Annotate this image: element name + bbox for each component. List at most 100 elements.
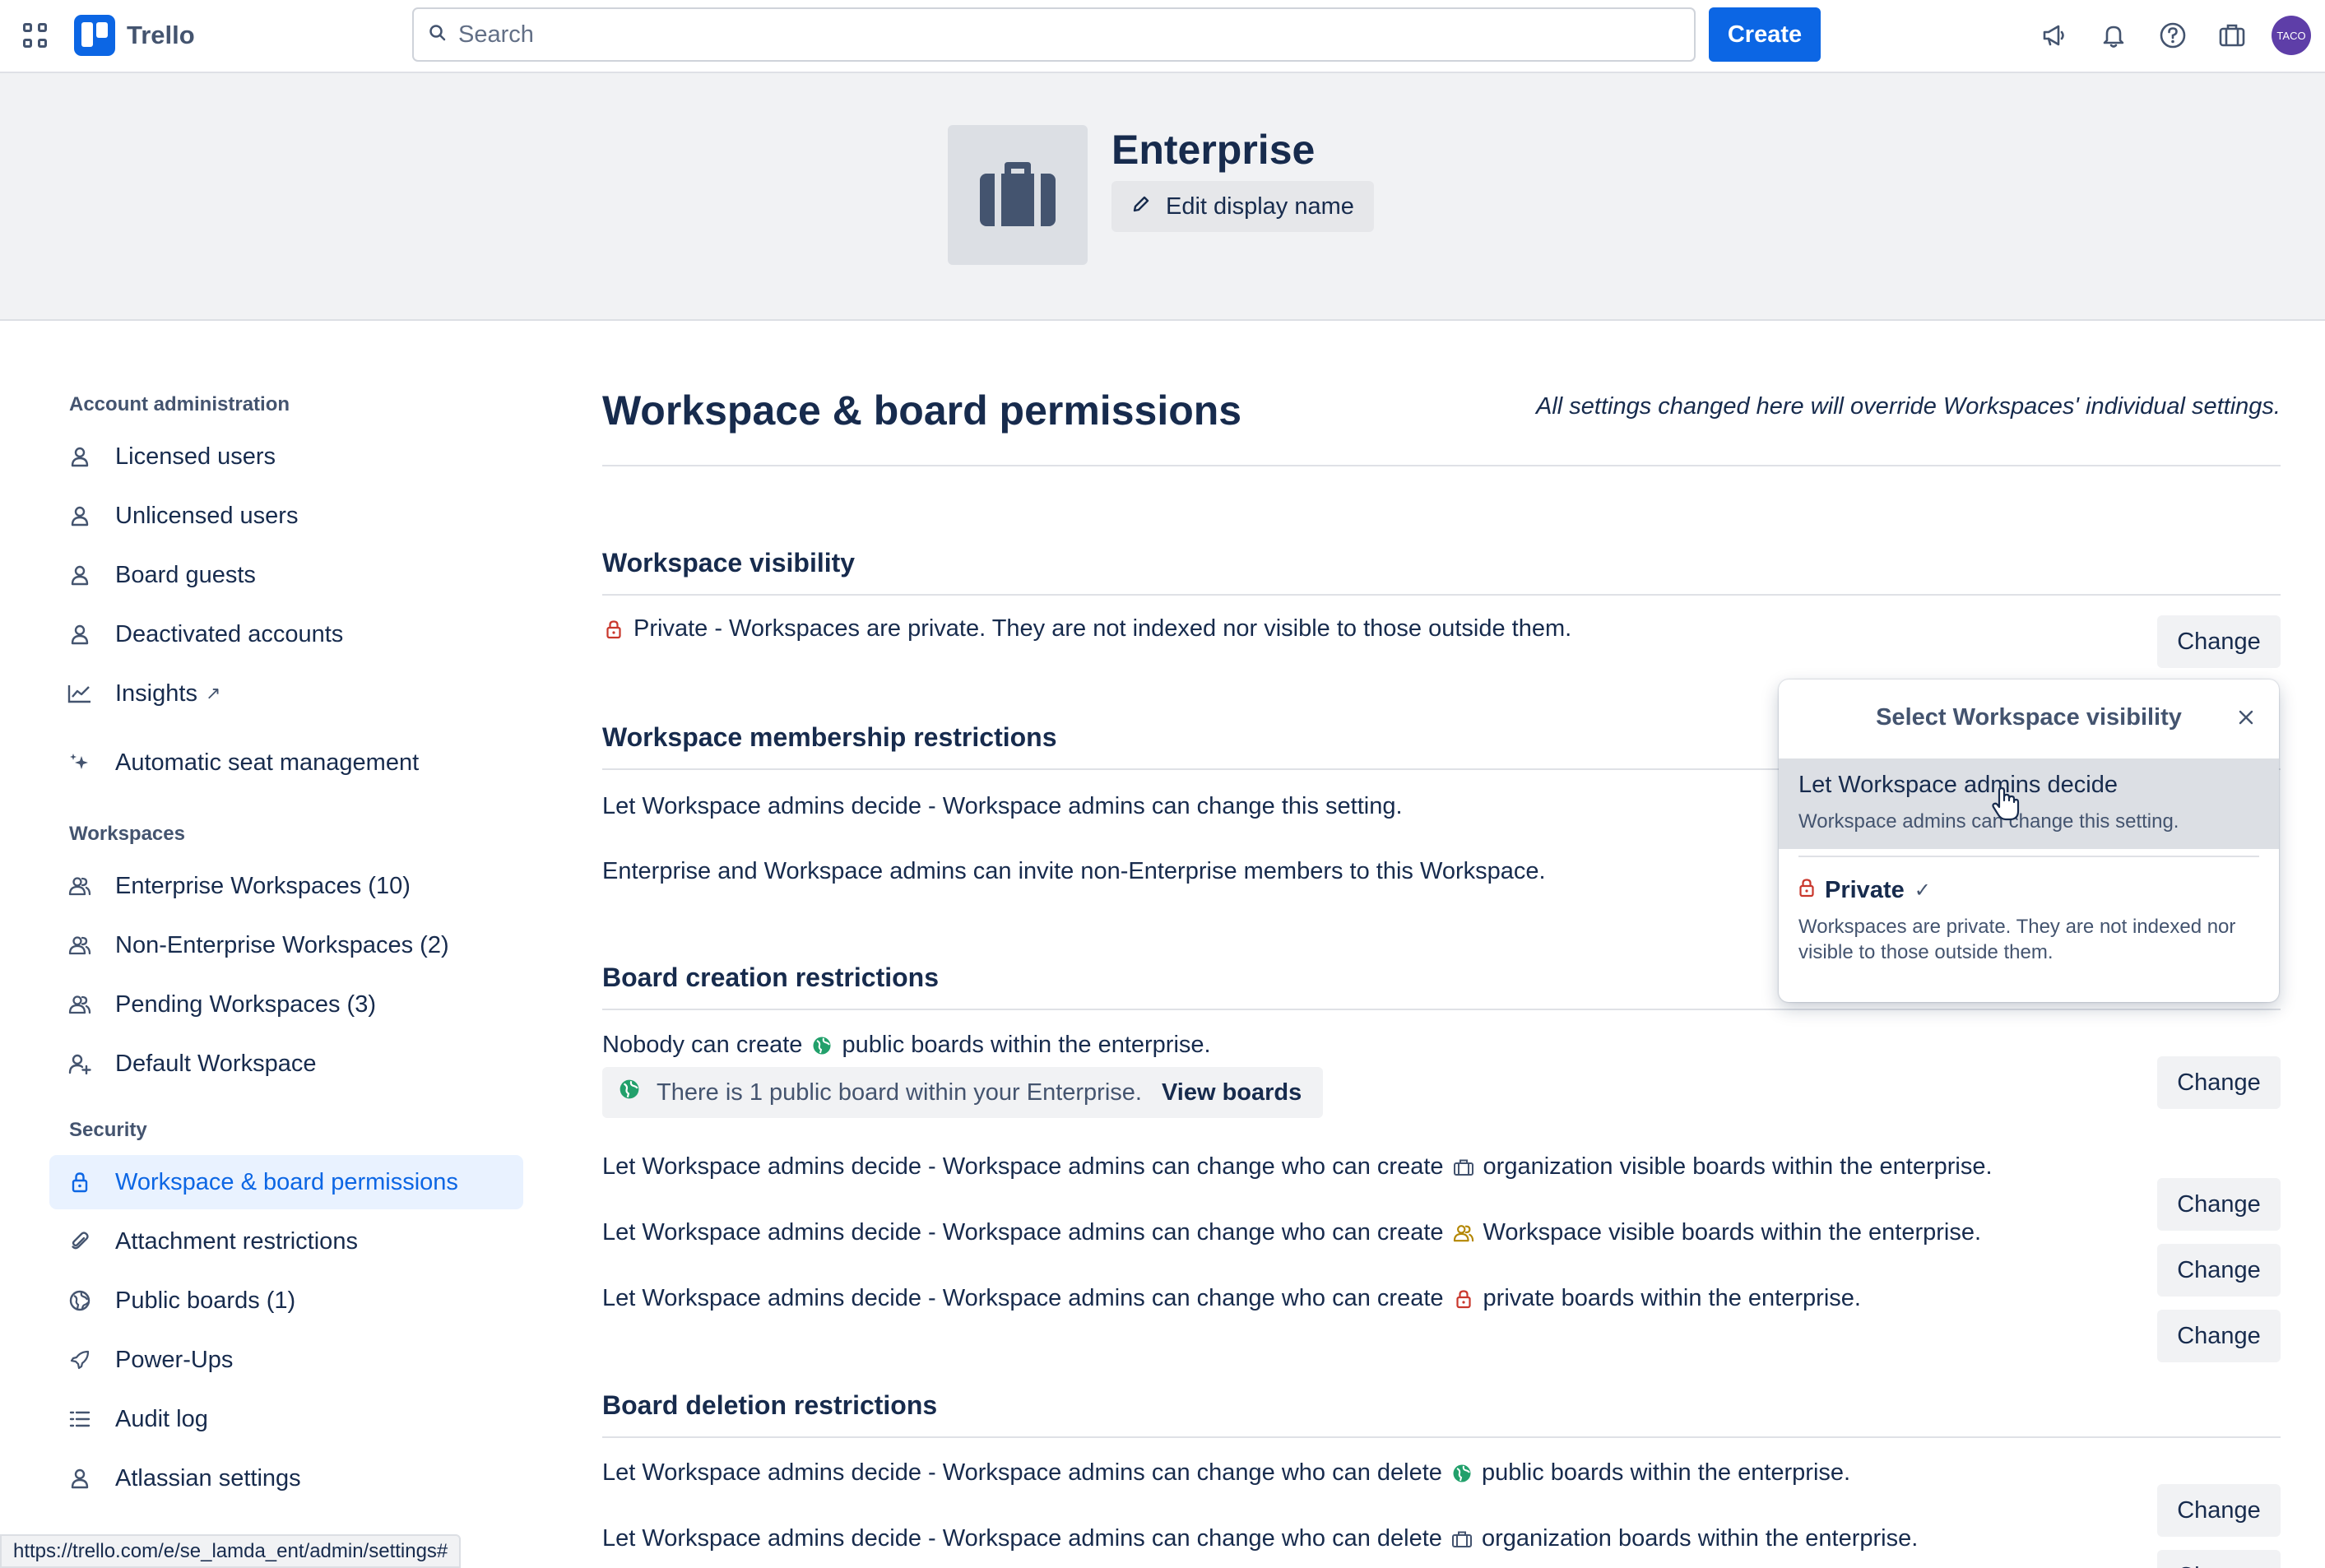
globe-icon — [67, 1288, 92, 1313]
row-text-pre: Let Workspace admins decide - Workspace … — [602, 1525, 1442, 1552]
change-org-deletion-button[interactable]: Change — [2157, 1550, 2281, 1568]
sidebar-item-label: Licensed users — [115, 443, 276, 470]
sidebar-item-label: Default Workspace — [115, 1050, 317, 1077]
row-text-post: private boards within the enterprise. — [1483, 1285, 1861, 1311]
sidebar-item-licensed-users[interactable]: Licensed users — [49, 429, 523, 484]
pencil-icon — [1131, 193, 1151, 220]
create-button[interactable]: Create — [1709, 7, 1821, 62]
creation-workspace-row: Let Workspace admins decide - Workspace … — [602, 1219, 1981, 1246]
override-note: All settings changed here will override … — [1536, 393, 2281, 420]
sidebar-item-label: Enterprise Workspaces (10) — [115, 872, 411, 899]
change-org-creation-button[interactable]: Change — [2157, 1178, 2281, 1231]
row-text-post: Workspace visible boards within the ente… — [1483, 1219, 1982, 1246]
edit-display-name-button[interactable]: Edit display name — [1111, 181, 1374, 232]
status-bar-url: https://trello.com/e/se_lamda_ent/admin/… — [0, 1534, 462, 1568]
help-icon[interactable] — [2154, 16, 2192, 54]
trello-logo-mark-icon — [74, 15, 115, 56]
visibility-option-admins-decide[interactable]: Let Workspace admins decide Workspace ad… — [1779, 758, 2279, 849]
app-switcher-icon[interactable] — [21, 21, 51, 51]
sidebar-item-label: Non-Enterprise Workspaces (2) — [115, 931, 449, 958]
search-input[interactable] — [458, 21, 1651, 49]
option-title: Private — [1825, 877, 1905, 903]
section-title-board-creation: Board creation restrictions — [602, 963, 939, 992]
change-visibility-button[interactable]: Change — [2157, 615, 2281, 668]
page-title: Workspace & board permissions — [602, 387, 1242, 434]
divider — [602, 594, 2281, 596]
briefcase-icon — [980, 162, 1056, 226]
change-private-creation-button[interactable]: Change — [2157, 1310, 2281, 1362]
briefcase-icon — [1452, 1156, 1475, 1179]
sidebar-item-workspace-board-permissions[interactable]: Workspace & board permissions — [49, 1155, 523, 1209]
divider — [602, 1436, 2281, 1438]
lock-icon — [602, 618, 625, 641]
row-text-pre: Let Workspace admins decide - Workspace … — [602, 1153, 1444, 1180]
globe-icon — [1450, 1462, 1473, 1485]
change-public-deletion-button[interactable]: Change — [2157, 1484, 2281, 1537]
external-link-icon: ↗ — [205, 683, 221, 703]
sidebar-item-deactivated-accounts[interactable]: Deactivated accounts — [49, 607, 523, 661]
option-title-row: Private ✓ — [1798, 877, 2259, 904]
person-icon — [67, 444, 92, 469]
row-text-pre: Nobody can create — [602, 1032, 803, 1058]
sidebar-item-audit-log[interactable]: Audit log — [49, 1392, 523, 1446]
hand-cursor-icon — [1991, 786, 2021, 827]
change-public-creation-button[interactable]: Change — [2157, 1056, 2281, 1109]
sidebar-item-unlicensed-users[interactable]: Unlicensed users — [49, 489, 523, 543]
lock-icon — [1798, 877, 1815, 904]
section-title-membership-restrictions: Workspace membership restrictions — [602, 722, 1057, 752]
sidebar-item-power-ups[interactable]: Power-Ups — [49, 1333, 523, 1387]
sidebar-item-non-enterprise-workspaces[interactable]: Non-Enterprise Workspaces (2) — [49, 918, 523, 972]
avatar[interactable]: TACO — [2272, 16, 2311, 55]
creation-private-row: Let Workspace admins decide - Workspace … — [602, 1285, 1861, 1312]
people-icon — [67, 933, 92, 958]
sidebar-item-board-guests[interactable]: Board guests — [49, 548, 523, 602]
list-icon — [67, 1407, 92, 1431]
divider — [602, 1009, 2281, 1010]
visibility-setting-row: Private - Workspaces are private. They a… — [602, 615, 1571, 643]
divider — [602, 465, 2281, 466]
trello-logo-text: Trello — [127, 21, 195, 49]
person-icon — [67, 563, 92, 587]
public-boards-info: There is 1 public board within your Ente… — [602, 1067, 1323, 1118]
megaphone-icon[interactable] — [2035, 16, 2073, 54]
sidebar-item-attachment-restrictions[interactable]: Attachment restrictions — [49, 1214, 523, 1269]
view-boards-link[interactable]: View boards — [1162, 1079, 1302, 1106]
paperclip-icon — [67, 1229, 92, 1254]
person-add-icon — [67, 1051, 92, 1076]
row-text-pre: Let Workspace admins decide - Workspace … — [602, 1219, 1444, 1246]
close-icon[interactable] — [2233, 704, 2259, 731]
sidebar-item-label: Workspace & board permissions — [115, 1168, 458, 1195]
people-icon — [1452, 1222, 1475, 1245]
sidebar-item-label: Power-Ups — [115, 1346, 234, 1373]
sidebar-item-label: Automatic seat management — [115, 749, 420, 776]
people-icon — [67, 874, 92, 898]
deletion-public-row: Let Workspace admins decide - Workspace … — [602, 1459, 1850, 1487]
sidebar-item-label: Pending Workspaces (3) — [115, 990, 377, 1018]
sidebar-item-label: Atlassian settings — [115, 1464, 301, 1491]
sidebar-item-insights[interactable]: Insights ↗ — [49, 666, 523, 721]
visibility-option-private[interactable]: Private ✓ Workspaces are private. They a… — [1779, 864, 2279, 978]
search-bar[interactable] — [412, 7, 1696, 62]
enterprise-header: Enterprise Edit display name — [0, 73, 2325, 321]
creation-org-row: Let Workspace admins decide - Workspace … — [602, 1153, 1993, 1181]
option-description: Workspace admins can change this setting… — [1798, 810, 2179, 833]
trello-logo[interactable]: Trello — [74, 15, 195, 56]
sidebar-heading-account-administration: Account administration — [69, 393, 290, 415]
sidebar-item-public-boards[interactable]: Public boards (1) — [49, 1273, 523, 1328]
sidebar-item-enterprise-workspaces[interactable]: Enterprise Workspaces (10) — [49, 859, 523, 913]
globe-icon — [619, 1079, 640, 1106]
sidebar-item-automatic-seat-management[interactable]: Automatic seat management — [49, 735, 523, 790]
option-description: Workspaces are private. They are not ind… — [1798, 916, 2236, 963]
divider — [1798, 856, 2259, 857]
sidebar-item-label: Attachment restrictions — [115, 1227, 358, 1255]
sidebar-item-default-workspace[interactable]: Default Workspace — [49, 1037, 523, 1091]
sidebar-item-pending-workspaces[interactable]: Pending Workspaces (3) — [49, 977, 523, 1032]
rocket-icon — [67, 1348, 92, 1372]
enterprise-briefcase-icon[interactable] — [2213, 16, 2251, 54]
sidebar-item-label: Deactivated accounts — [115, 620, 344, 647]
bell-icon[interactable] — [2095, 16, 2132, 54]
globe-icon — [810, 1034, 833, 1057]
change-workspace-creation-button[interactable]: Change — [2157, 1244, 2281, 1297]
sidebar-item-atlassian-settings[interactable]: Atlassian settings — [49, 1451, 523, 1505]
lock-icon — [1452, 1287, 1475, 1311]
